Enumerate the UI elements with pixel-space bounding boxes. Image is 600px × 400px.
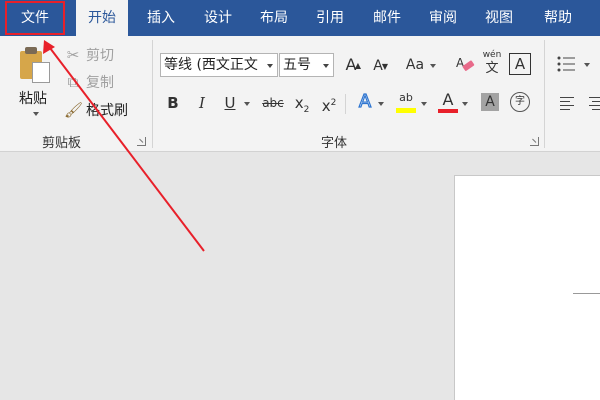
clipboard-group-label: 剪贴板 (42, 136, 82, 151)
copy-icon: ⧉ (67, 73, 79, 91)
clipboard-dialog-launcher-icon[interactable] (137, 137, 146, 146)
group-divider (152, 40, 153, 148)
cut-label: 剪切 (86, 48, 114, 64)
word-window: 文件 开始 插入 设计 布局 引用 邮件 审阅 视图 帮助 粘贴 ✂ 剪切 ⧉ 复制… (0, 0, 600, 400)
ribbon-home: 粘贴 ✂ 剪切 ⧉ 复制 🖌格式刷 剪贴板 等线 (西文正文 五号 A ▲ A (0, 36, 600, 152)
phonetic-guide-top: wén (482, 50, 502, 60)
cut-button[interactable]: ✂ 剪切 (64, 45, 114, 66)
tab-view[interactable]: 视图 (474, 0, 524, 36)
font-group-label: 字体 (321, 136, 348, 151)
phonetic-guide-char: 文 (485, 61, 499, 76)
chevron-down-icon[interactable] (378, 102, 384, 106)
copy-label: 复制 (86, 75, 114, 91)
align-center-button[interactable] (589, 95, 600, 110)
highlighter-icon: ab (399, 91, 413, 104)
subscript-mark: 2 (303, 105, 310, 115)
paste-label: 粘贴 (19, 91, 47, 107)
phonetic-guide-button[interactable]: wén 文 (481, 50, 503, 76)
chevron-down-icon[interactable] (462, 102, 468, 106)
format-painter-label: 格式刷 (86, 103, 128, 119)
tab-home[interactable]: 开始 (76, 0, 128, 36)
clear-formatting-button[interactable]: A (454, 54, 476, 76)
paper-icon (32, 62, 50, 83)
strikethrough-button[interactable]: abc (259, 92, 287, 114)
superscript-mark: 2 (330, 98, 337, 108)
tab-file[interactable]: 文件 (4, 0, 66, 36)
shrink-font-button[interactable]: A ▼ (368, 55, 388, 77)
bold-button[interactable]: B (164, 92, 182, 114)
character-shading-icon: A (485, 94, 495, 110)
group-divider (544, 40, 545, 148)
tab-design[interactable]: 设计 (193, 0, 243, 36)
font-color-icon: A (442, 90, 454, 109)
eraser-icon: A (456, 56, 475, 71)
arrow-up-icon: ▲ (354, 61, 361, 70)
text-effects-icon: A (358, 90, 372, 112)
tab-references[interactable]: 引用 (305, 0, 355, 36)
font-size-combo[interactable]: 五号 (279, 53, 334, 77)
chevron-down-icon[interactable] (33, 112, 39, 116)
chevron-down-icon[interactable] (421, 102, 427, 106)
underline-button[interactable]: U (221, 92, 239, 114)
format-painter-button[interactable]: 🖌 格式刷 (64, 100, 128, 121)
margin-marker (573, 293, 600, 294)
grow-font-button[interactable]: A ▲ (341, 54, 361, 76)
italic-button[interactable]: I (193, 92, 211, 114)
subscript-x: x (294, 94, 304, 112)
ribbon-tab-bar: 文件 开始 插入 设计 布局 引用 邮件 审阅 视图 帮助 (0, 0, 600, 36)
character-shading-button[interactable]: A (481, 93, 499, 111)
font-dialog-launcher-icon[interactable] (530, 137, 539, 146)
enclose-characters-button[interactable]: 字 (510, 92, 530, 112)
chevron-down-icon[interactable] (430, 64, 436, 68)
document-page[interactable] (454, 175, 600, 400)
bullets-button[interactable] (557, 56, 579, 72)
character-border-icon: A (514, 55, 526, 73)
font-color-swatch (438, 109, 458, 113)
align-center-icon (589, 97, 600, 110)
arrow-down-icon: ▼ (381, 62, 388, 71)
align-left-button[interactable] (560, 95, 576, 110)
chevron-down-icon[interactable] (244, 102, 250, 106)
bullet-list-icon (557, 56, 575, 72)
align-left-icon (560, 97, 574, 110)
clipboard-clip-icon (25, 47, 37, 54)
font-name-value: 等线 (西文正文 (164, 57, 258, 73)
chevron-down-icon[interactable] (584, 63, 590, 67)
font-size-value: 五号 (283, 57, 311, 73)
scissors-icon: ✂ (66, 46, 80, 64)
chevron-down-icon[interactable] (323, 64, 329, 68)
tab-help[interactable]: 帮助 (531, 0, 585, 36)
paste-button[interactable]: 粘贴 (12, 44, 58, 124)
tab-mailings[interactable]: 邮件 (362, 0, 412, 36)
superscript-button[interactable]: x2 (319, 92, 339, 115)
superscript-x: x (321, 97, 331, 115)
tab-layout[interactable]: 布局 (249, 0, 299, 36)
font-color-button[interactable]: A (437, 90, 459, 114)
tab-review[interactable]: 审阅 (418, 0, 468, 36)
subscript-button[interactable]: x2 (292, 92, 312, 115)
paintbrush-icon: 🖌 (64, 101, 84, 119)
tab-insert[interactable]: 插入 (136, 0, 186, 36)
copy-button[interactable]: ⧉ 复制 (64, 72, 114, 93)
character-border-button[interactable]: A (509, 53, 531, 75)
text-effects-button[interactable]: A (354, 90, 376, 113)
change-case-icon: Aa (405, 57, 425, 73)
font-name-combo[interactable]: 等线 (西文正文 (160, 53, 278, 77)
highlight-color-button[interactable]: ab (395, 90, 417, 114)
highlight-swatch (396, 108, 416, 113)
divider (345, 94, 346, 114)
enclose-characters-icon: 字 (515, 96, 525, 107)
change-case-button[interactable]: Aa (402, 54, 428, 76)
chevron-down-icon[interactable] (267, 64, 273, 68)
